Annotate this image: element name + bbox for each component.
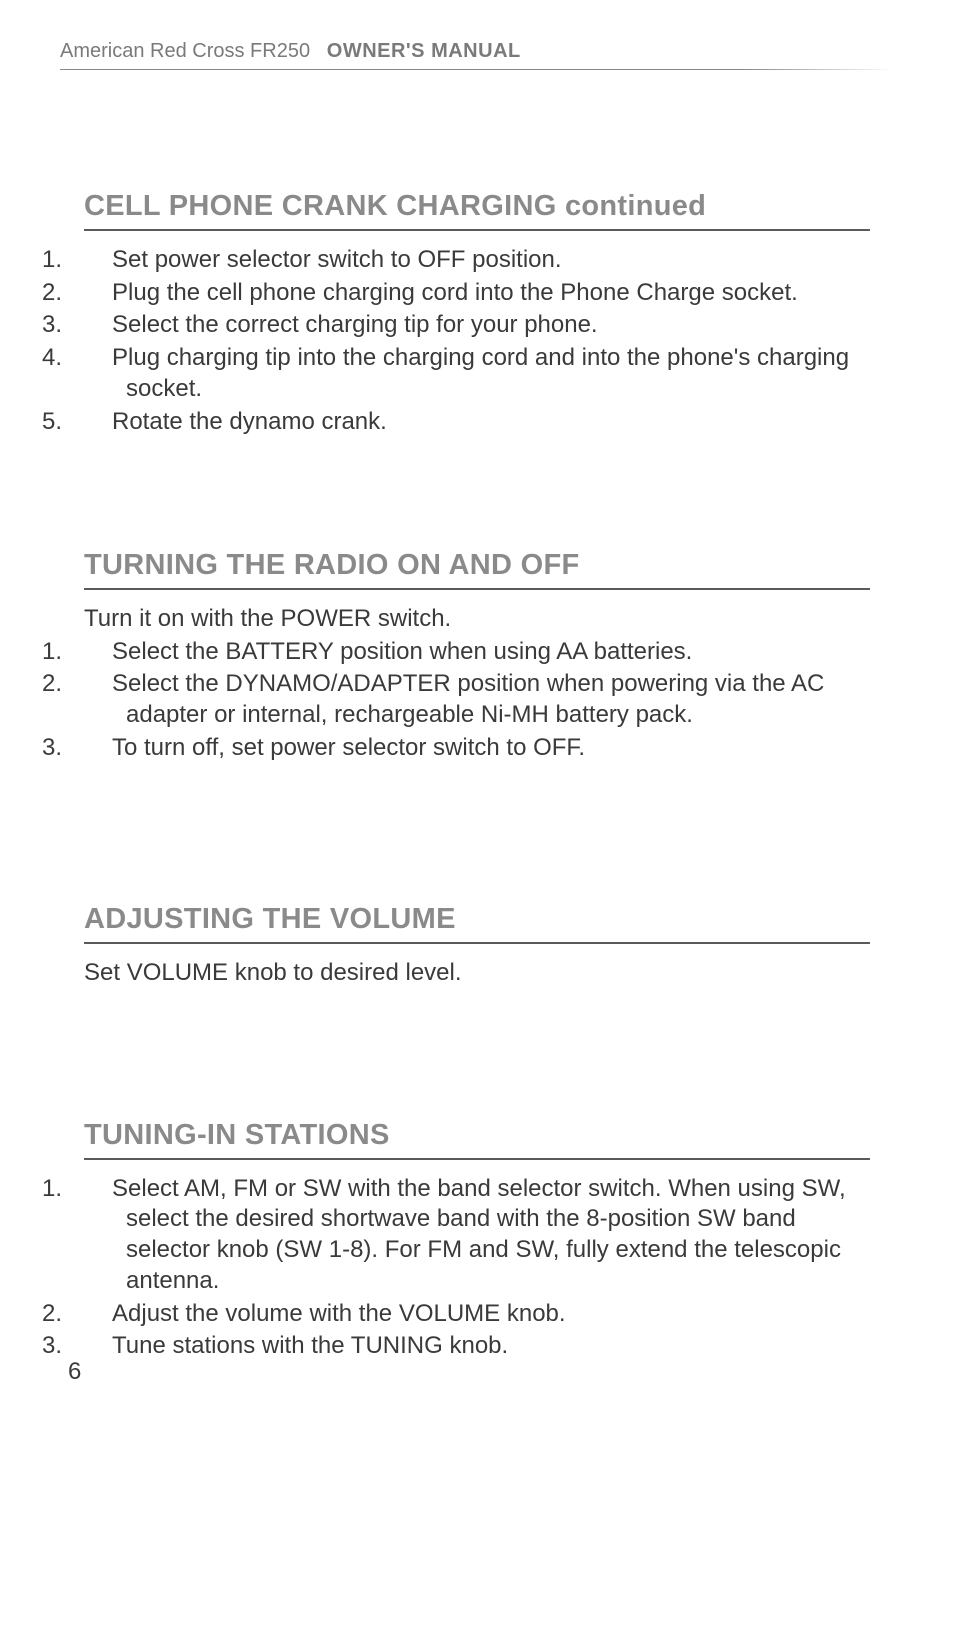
list-item: 2.Plug the cell phone charging cord into… [84, 278, 870, 309]
step-text: Plug charging tip into the charging cord… [112, 344, 849, 402]
step-text: Rotate the dynamo crank. [112, 408, 387, 435]
step-text: Select the BATTERY position when using A… [112, 638, 692, 665]
list-item: 3.Select the correct charging tip for yo… [84, 310, 870, 341]
ordered-steps: 1.Select the BATTERY position when using… [84, 637, 870, 764]
step-text: Select the DYNAMO/ADAPTER position when … [112, 670, 824, 728]
step-text: Select AM, FM or SW with the band select… [112, 1175, 846, 1294]
step-text: Select the correct charging tip for your… [112, 311, 598, 338]
section-heading: TUNING-IN STATIONS [84, 1119, 870, 1160]
section-adjusting-volume: ADJUSTING THE VOLUME Set VOLUME knob to … [84, 903, 870, 988]
section-intro: Set VOLUME knob to desired level. [84, 958, 870, 988]
manual-page: American Red Cross FR250 OWNER'S MANUAL … [0, 0, 954, 1636]
ordered-steps: 1.Set power selector switch to OFF posit… [84, 245, 870, 437]
list-item: 2.Select the DYNAMO/ADAPTER position whe… [84, 669, 870, 730]
section-intro: Turn it on with the POWER switch. [84, 604, 870, 634]
section-tuning-in-stations: TUNING-IN STATIONS 1.Select AM, FM or SW… [84, 1119, 870, 1362]
list-item: 1.Select the BATTERY position when using… [84, 637, 870, 668]
page-number: 6 [68, 1358, 81, 1386]
list-item: 2.Adjust the volume with the VOLUME knob… [84, 1299, 870, 1330]
list-item: 5.Rotate the dynamo crank. [84, 407, 870, 438]
list-item: 3.Tune stations with the TUNING knob. [84, 1331, 870, 1362]
step-text: Adjust the volume with the VOLUME knob. [112, 1300, 566, 1327]
list-item: 1.Set power selector switch to OFF posit… [84, 245, 870, 276]
step-text: To turn off, set power selector switch t… [112, 734, 585, 761]
page-content: CELL PHONE CRANK CHARGING continued 1.Se… [60, 190, 894, 1362]
list-item: 1.Select AM, FM or SW with the band sele… [84, 1174, 870, 1297]
header-brand: American Red Cross FR250 [60, 40, 310, 62]
running-header: American Red Cross FR250 OWNER'S MANUAL [60, 40, 894, 70]
ordered-steps: 1.Select AM, FM or SW with the band sele… [84, 1174, 870, 1362]
list-item: 4.Plug charging tip into the charging co… [84, 343, 870, 404]
section-heading: CELL PHONE CRANK CHARGING continued [84, 190, 870, 231]
step-text: Set power selector switch to OFF positio… [112, 246, 562, 273]
section-heading: ADJUSTING THE VOLUME [84, 903, 870, 944]
header-label: OWNER'S MANUAL [327, 40, 521, 62]
step-text: Plug the cell phone charging cord into t… [112, 279, 798, 306]
list-item: 3.To turn off, set power selector switch… [84, 733, 870, 764]
section-cell-phone-crank-charging: CELL PHONE CRANK CHARGING continued 1.Se… [84, 190, 870, 437]
step-text: Tune stations with the TUNING knob. [112, 1332, 508, 1359]
header-divider [60, 69, 894, 70]
section-turning-radio-on-off: TURNING THE RADIO ON AND OFF Turn it on … [84, 549, 870, 763]
section-heading: TURNING THE RADIO ON AND OFF [84, 549, 870, 590]
